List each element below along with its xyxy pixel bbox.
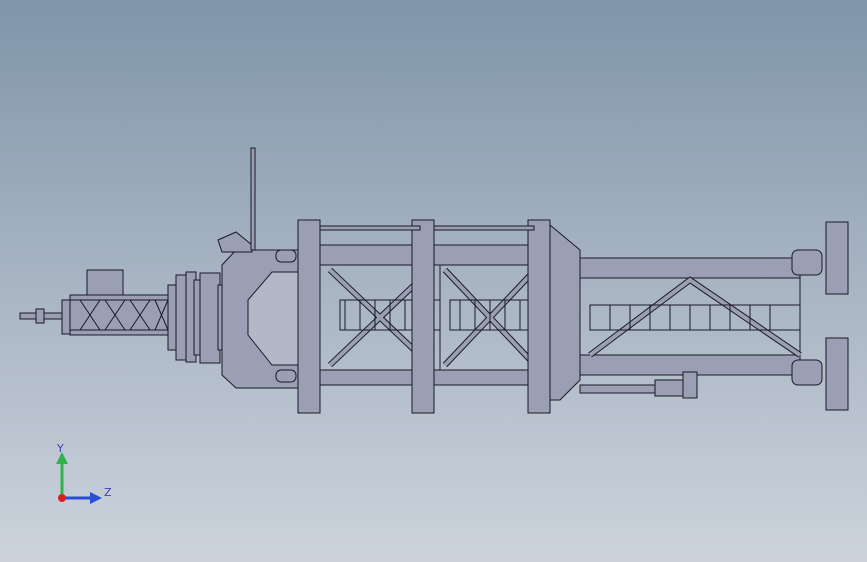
hydraulic-cylinder [579, 371, 698, 399]
z-axis-arrow-icon [90, 492, 102, 504]
coordinate-triad: Y Z [56, 442, 112, 504]
mast-section-2 [433, 219, 581, 414]
mast-section-1 [297, 219, 441, 414]
x-axis-origin-icon [58, 494, 66, 502]
cad-model-view[interactable] [0, 0, 867, 562]
mast-section-3 [579, 249, 823, 386]
left-shaft [19, 299, 73, 335]
rotary-flange [167, 271, 227, 364]
graphics-viewport[interactable]: Y Z [0, 0, 867, 562]
y-axis-label: Y [56, 442, 64, 455]
head-lattice-section [69, 269, 171, 336]
z-axis-label: Z [104, 486, 112, 499]
end-pads [825, 221, 849, 411]
